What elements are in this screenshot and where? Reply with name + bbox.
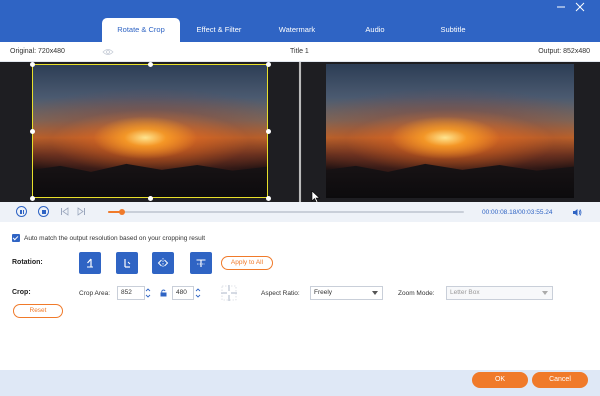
original-preview-pane [0,61,298,202]
tab-subtitle[interactable]: Subtitle [414,18,492,42]
preview-divider [299,62,301,202]
seek-bar[interactable] [108,208,464,215]
crop-handle-top-middle[interactable] [147,61,153,67]
zoom-mode-label: Zoom Mode: [398,290,435,297]
aspect-ratio-select[interactable]: Freely [310,286,383,300]
original-resolution: Original: 720x480 [10,48,65,55]
output-video-frame [326,64,574,198]
close-icon[interactable] [573,2,587,15]
pause-button[interactable] [16,206,27,217]
tab-bar: Rotate & Crop Effect & Filter Watermark … [102,18,492,42]
title-bar: Rotate & Crop Effect & Filter Watermark … [0,0,600,42]
preview-area [0,61,600,202]
cancel-button[interactable]: Cancel [532,372,588,388]
rotate-right-button[interactable] [116,252,138,274]
output-preview-pane [302,62,600,202]
crop-handle-bottom-left[interactable] [29,195,35,201]
video-title: Title 1 [290,48,309,55]
zoom-mode-value: Letter Box [450,289,480,296]
center-crop-icon[interactable] [220,284,238,302]
aspect-ratio-value: Freely [314,289,333,296]
tab-audio[interactable]: Audio [336,18,414,42]
auto-match-checkbox[interactable] [12,234,20,242]
output-resolution: Output: 852x480 [538,48,590,55]
crop-handle-bottom-middle[interactable] [147,195,153,201]
minimize-icon[interactable] [554,0,568,15]
timecode: 00:00:08.18/00:03:55.24 [482,209,553,216]
stop-button[interactable] [38,206,49,217]
rotation-label: Rotation: [12,259,43,266]
crop-width-stepper[interactable] [145,286,151,300]
previous-frame-icon[interactable] [60,207,70,216]
tab-effect-filter[interactable]: Effect & Filter [180,18,258,42]
crop-handle-top-left[interactable] [29,61,35,67]
crop-box[interactable] [32,64,268,198]
crop-handle-middle-left[interactable] [29,128,35,134]
eye-icon[interactable] [102,48,114,56]
crop-width-input[interactable]: 852 [117,286,145,300]
reset-button[interactable]: Reset [13,304,63,318]
crop-height-input[interactable]: 480 [172,286,194,300]
crop-handle-middle-right[interactable] [265,128,271,134]
crop-handle-bottom-right[interactable] [265,195,271,201]
volume-icon[interactable] [572,208,582,217]
tab-rotate-crop[interactable]: Rotate & Crop [102,18,180,42]
controls-panel: Auto match the output resolution based o… [0,222,600,370]
auto-match-row: Auto match the output resolution based o… [12,234,205,242]
tab-watermark[interactable]: Watermark [258,18,336,42]
crop-height-stepper[interactable] [195,286,201,300]
zoom-mode-select[interactable]: Letter Box [446,286,553,300]
chevron-down-icon [372,291,378,295]
rotate-left-button[interactable] [79,252,101,274]
lock-icon[interactable] [160,289,167,297]
seek-bar-knob[interactable] [119,208,126,215]
ok-button[interactable]: OK [472,372,528,388]
info-row: Original: 720x480 Title 1 Output: 852x48… [0,42,600,62]
chevron-down-icon [542,291,548,295]
flip-horizontal-button[interactable] [152,252,174,274]
crop-label: Crop: [12,289,31,296]
playback-bar: 00:00:08.18/00:03:55.24 [0,202,600,222]
next-frame-icon[interactable] [76,207,86,216]
crop-area-label: Crop Area: [79,290,111,297]
apply-to-all-button[interactable]: Apply to All [221,256,273,270]
flip-vertical-button[interactable] [190,252,212,274]
aspect-ratio-label: Aspect Ratio: [261,290,300,297]
auto-match-label: Auto match the output resolution based o… [24,234,206,242]
crop-handle-top-right[interactable] [265,61,271,67]
